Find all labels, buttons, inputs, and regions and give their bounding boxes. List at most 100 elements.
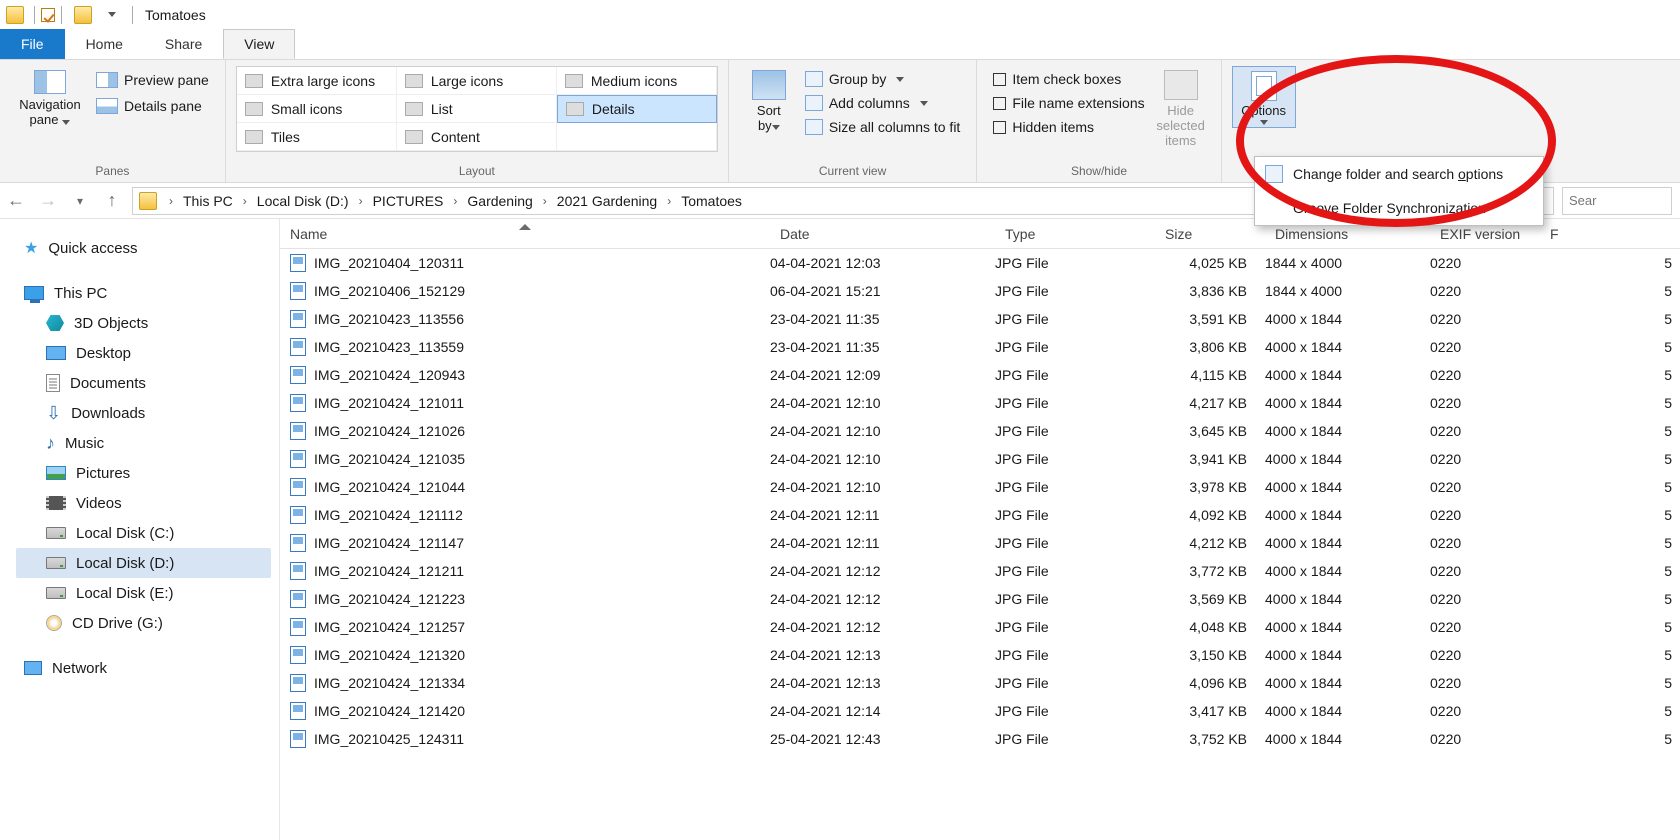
layout-option[interactable]: Medium icons (557, 67, 717, 95)
file-row[interactable]: IMG_20210424_12122324-04-2021 12:12JPG F… (280, 585, 1680, 613)
file-extra: 5 (1540, 703, 1680, 719)
qat-properties-icon[interactable] (41, 8, 55, 22)
file-extra: 5 (1540, 507, 1680, 523)
file-row[interactable]: IMG_20210424_12132024-04-2021 12:13JPG F… (280, 641, 1680, 669)
file-date: 24-04-2021 12:12 (770, 563, 995, 579)
file-row[interactable]: IMG_20210404_12031104-04-2021 12:03JPG F… (280, 249, 1680, 277)
forward-button[interactable]: → (32, 185, 64, 217)
sidebar-this-pc[interactable]: This PC (16, 278, 271, 308)
back-button[interactable]: ← (0, 185, 32, 217)
file-name: IMG_20210424_121035 (314, 451, 465, 467)
col-size[interactable]: Size (1155, 226, 1265, 242)
preview-pane-button[interactable]: Preview pane (90, 68, 215, 92)
file-row[interactable]: IMG_20210423_11355923-04-2021 11:35JPG F… (280, 333, 1680, 361)
group-by-button[interactable]: Group by (799, 68, 967, 90)
navigation-pane-button[interactable]: Navigationpane (10, 66, 90, 128)
menu-label: Groove Folder Synchronization (1293, 200, 1486, 216)
file-row[interactable]: IMG_20210425_12431125-04-2021 12:43JPG F… (280, 725, 1680, 753)
file-row[interactable]: IMG_20210424_12101124-04-2021 12:10JPG F… (280, 389, 1680, 417)
up-button[interactable]: ↑ (96, 185, 128, 217)
file-date: 24-04-2021 12:10 (770, 423, 995, 439)
chevron-right-icon[interactable]: › (163, 194, 179, 208)
sidebar-item[interactable]: CD Drive (G:) (16, 608, 271, 638)
tab-file[interactable]: File (0, 29, 65, 59)
col-exif[interactable]: EXIF version (1430, 226, 1540, 242)
layout-option[interactable]: List (397, 95, 557, 123)
layout-option[interactable]: Small icons (237, 95, 397, 123)
file-row[interactable]: IMG_20210424_12114724-04-2021 12:11JPG F… (280, 529, 1680, 557)
recent-locations-button[interactable]: ▾ (64, 185, 96, 217)
breadcrumb-item[interactable]: This PC (179, 193, 237, 209)
sidebar-item[interactable]: Local Disk (C:) (16, 518, 271, 548)
tab-home[interactable]: Home (65, 29, 144, 59)
size-columns-button[interactable]: Size all columns to fit (799, 116, 967, 138)
breadcrumb-item[interactable]: Local Disk (D:) (253, 193, 353, 209)
sidebar-item[interactable]: Documents (16, 368, 271, 398)
label: Item check boxes (1012, 71, 1121, 87)
breadcrumb-item[interactable]: Gardening (463, 193, 536, 209)
folder-icon[interactable] (74, 6, 92, 24)
item-checkboxes-toggle[interactable]: Item check boxes (987, 68, 1150, 90)
qat-dropdown-icon[interactable] (108, 12, 116, 17)
tab-share[interactable]: Share (144, 29, 223, 59)
sidebar-item[interactable]: ♪Music (16, 428, 271, 458)
file-row[interactable]: IMG_20210424_12102624-04-2021 12:10JPG F… (280, 417, 1680, 445)
layout-option[interactable]: Extra large icons (237, 67, 397, 95)
file-exif: 0220 (1430, 451, 1540, 467)
col-extra[interactable]: F (1540, 226, 1680, 242)
col-type[interactable]: Type (995, 226, 1155, 242)
layout-option[interactable]: Details (557, 95, 717, 123)
file-row[interactable]: IMG_20210424_12103524-04-2021 12:10JPG F… (280, 445, 1680, 473)
file-type: JPG File (995, 395, 1155, 411)
file-row[interactable]: IMG_20210424_12142024-04-2021 12:14JPG F… (280, 697, 1680, 725)
layout-icon (405, 130, 423, 144)
layout-option[interactable]: Tiles (237, 123, 397, 151)
groove-sync-item[interactable]: Groove Folder Synchronization (1255, 191, 1543, 225)
add-columns-button[interactable]: Add columns (799, 92, 967, 114)
chevron-right-icon[interactable]: › (661, 194, 677, 208)
file-row[interactable]: IMG_20210406_15212906-04-2021 15:21JPG F… (280, 277, 1680, 305)
search-input[interactable]: Sear (1562, 187, 1672, 215)
change-folder-options-item[interactable]: Change folder and search options (1255, 157, 1543, 191)
layout-option[interactable]: Large icons (397, 67, 557, 95)
col-name[interactable]: Name (280, 226, 770, 242)
sidebar-item[interactable]: ⇩Downloads (16, 398, 271, 428)
tab-view[interactable]: View (223, 29, 295, 59)
sort-by-button[interactable]: Sortby (739, 66, 799, 134)
file-name: IMG_20210424_121026 (314, 423, 465, 439)
file-row[interactable]: IMG_20210424_12094324-04-2021 12:09JPG F… (280, 361, 1680, 389)
breadcrumb-item[interactable]: 2021 Gardening (553, 193, 661, 209)
file-row[interactable]: IMG_20210424_12104424-04-2021 12:10JPG F… (280, 473, 1680, 501)
menu-label: Change folder and search options (1293, 166, 1503, 182)
chevron-right-icon[interactable]: › (537, 194, 553, 208)
chevron-right-icon[interactable]: › (447, 194, 463, 208)
layout-gallery[interactable]: Extra large iconsLarge iconsMedium icons… (236, 66, 718, 152)
sidebar-item[interactable]: Local Disk (D:) (16, 548, 271, 578)
sidebar-item[interactable]: Videos (16, 488, 271, 518)
sidebar-item[interactable]: Local Disk (E:) (16, 578, 271, 608)
chevron-right-icon[interactable]: › (237, 194, 253, 208)
file-dimensions: 4000 x 1844 (1265, 703, 1430, 719)
file-row[interactable]: IMG_20210423_11355623-04-2021 11:35JPG F… (280, 305, 1680, 333)
sidebar-item[interactable]: 3D Objects (16, 308, 271, 338)
col-dimensions[interactable]: Dimensions (1265, 226, 1430, 242)
file-row[interactable]: IMG_20210424_12121124-04-2021 12:12JPG F… (280, 557, 1680, 585)
options-button[interactable]: Options (1232, 66, 1296, 128)
file-row[interactable]: IMG_20210424_12125724-04-2021 12:12JPG F… (280, 613, 1680, 641)
sidebar-quick-access[interactable]: ★Quick access (16, 233, 271, 263)
image-file-icon (290, 310, 306, 328)
sidebar-item[interactable]: Pictures (16, 458, 271, 488)
file-row[interactable]: IMG_20210424_12133424-04-2021 12:13JPG F… (280, 669, 1680, 697)
sidebar-network[interactable]: Network (16, 653, 271, 683)
layout-option[interactable]: Content (397, 123, 557, 151)
col-date[interactable]: Date (770, 226, 995, 242)
file-extensions-toggle[interactable]: File name extensions (987, 92, 1150, 114)
hidden-items-toggle[interactable]: Hidden items (987, 116, 1150, 138)
breadcrumb-item[interactable]: PICTURES (369, 193, 448, 209)
file-size: 4,115 KB (1155, 367, 1265, 383)
chevron-right-icon[interactable]: › (353, 194, 369, 208)
sidebar-item[interactable]: Desktop (16, 338, 271, 368)
details-pane-button[interactable]: Details pane (90, 94, 215, 118)
file-row[interactable]: IMG_20210424_12111224-04-2021 12:11JPG F… (280, 501, 1680, 529)
breadcrumb-item[interactable]: Tomatoes (677, 193, 746, 209)
